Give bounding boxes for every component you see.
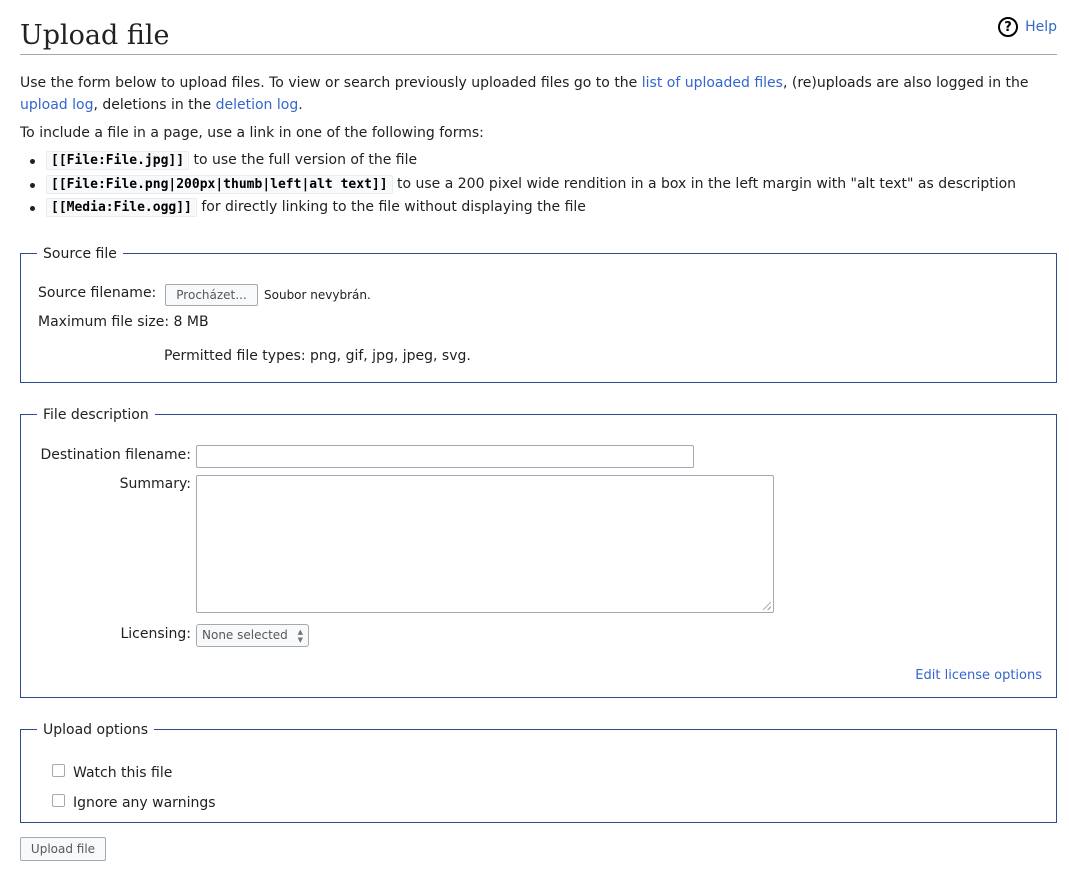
wikitext-code: [[Media:File.ogg]] bbox=[46, 198, 197, 217]
permitted-file-types: Permitted file types: png, gif, jpg, jpe… bbox=[164, 347, 471, 364]
bullet-icon bbox=[30, 206, 35, 211]
bullet-icon bbox=[30, 182, 35, 188]
summary-textarea[interactable] bbox=[196, 474, 774, 613]
upload-options-legend: Upload options bbox=[43, 721, 149, 738]
resize-grip-icon[interactable] bbox=[763, 601, 771, 610]
page-title: Upload file bbox=[20, 20, 170, 51]
help-label: Help bbox=[1025, 19, 1057, 35]
source-filename-label: Source filename: bbox=[38, 284, 157, 301]
destination-filename-label: Destination filename: bbox=[40, 446, 191, 463]
list-of-uploaded-files-link[interactable]: list of uploaded files bbox=[642, 75, 783, 91]
file-description-fieldset: File description Destination filename: S… bbox=[20, 405, 1057, 698]
source-file-fieldset: Source file Source filename: Procházet..… bbox=[20, 244, 1057, 383]
ignore-warnings-label[interactable]: Ignore any warnings bbox=[73, 795, 216, 811]
upload-page: Upload file ? Help Use the form below to… bbox=[0, 17, 1069, 861]
destination-filename-input[interactable] bbox=[196, 444, 694, 468]
list-item: [[File:File.jpg]] to use the full versio… bbox=[30, 149, 1057, 173]
browse-button[interactable]: Procházet... bbox=[165, 283, 258, 306]
licensing-select[interactable]: None selected ▲ ▼ bbox=[196, 623, 309, 647]
licensing-label: Licensing: bbox=[120, 625, 191, 642]
licensing-selected-value: None selected bbox=[202, 628, 288, 642]
intro-text-2: , (re)uploads are also logged in the bbox=[782, 75, 1029, 91]
intro-paragraph: Use the form below to upload files. To v… bbox=[20, 72, 1050, 116]
list-item: [[File:File.png|200px|thumb|left|alt tex… bbox=[30, 173, 1057, 197]
intro-text-1: Use the form below to upload files. To v… bbox=[20, 75, 642, 91]
help-link[interactable]: ? Help bbox=[998, 17, 1057, 37]
intro-text-3: , deletions in the bbox=[93, 97, 216, 113]
upload-file-button[interactable]: Upload file bbox=[20, 836, 106, 861]
watch-file-checkbox[interactable] bbox=[52, 763, 65, 777]
page-header: Upload file ? Help bbox=[20, 17, 1057, 55]
no-file-selected-text: Soubor nevybrán. bbox=[264, 287, 371, 302]
edit-license-options-link[interactable]: Edit license options bbox=[915, 668, 1042, 683]
source-file-legend: Source file bbox=[43, 245, 117, 262]
link-forms-list: [[File:File.jpg]] to use the full versio… bbox=[20, 149, 1057, 220]
bullet-icon bbox=[30, 159, 35, 164]
list-item: [[Media:File.ogg]] for directly linking … bbox=[30, 196, 1057, 220]
deletion-log-link[interactable]: deletion log bbox=[216, 97, 299, 113]
select-arrows-icon: ▲ ▼ bbox=[297, 627, 303, 644]
upload-options-fieldset: Upload options Watch this file Ignore an… bbox=[20, 720, 1057, 823]
include-instructions: To include a file in a page, use a link … bbox=[20, 125, 484, 141]
upload-log-link[interactable]: upload log bbox=[20, 97, 93, 113]
wikitext-code: [[File:File.png|200px|thumb|left|alt tex… bbox=[46, 174, 393, 194]
intro-text-4: . bbox=[298, 97, 303, 113]
form-description: for directly linking to the file without… bbox=[196, 199, 586, 215]
max-file-size: Maximum file size: 8 MB bbox=[38, 313, 209, 330]
form-description: to use a 200 pixel wide rendition in a b… bbox=[392, 175, 1017, 192]
wikitext-code: [[File:File.jpg]] bbox=[46, 151, 190, 170]
help-icon: ? bbox=[998, 17, 1019, 37]
form-description: to use the full version of the file bbox=[189, 152, 418, 168]
watch-file-label[interactable]: Watch this file bbox=[73, 765, 172, 781]
summary-label: Summary: bbox=[119, 475, 191, 492]
file-description-legend: File description bbox=[43, 406, 149, 423]
ignore-warnings-checkbox[interactable] bbox=[52, 793, 65, 807]
